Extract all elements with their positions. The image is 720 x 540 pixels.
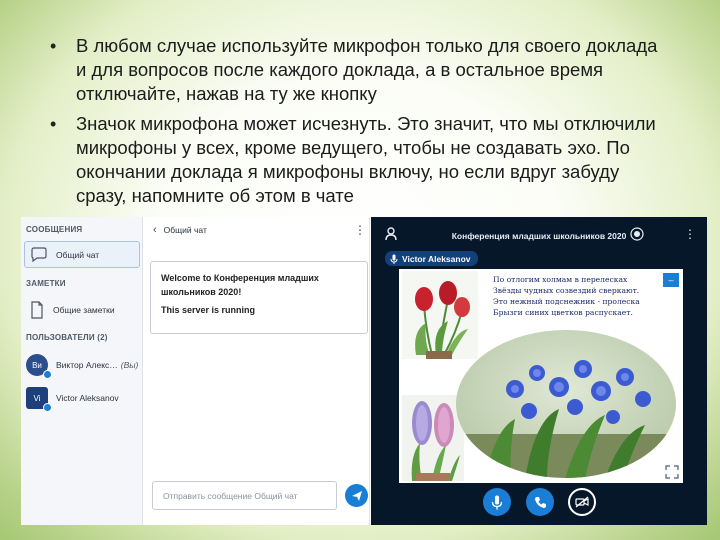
avatar: Ви bbox=[26, 354, 52, 379]
chat-header[interactable]: ‹ Общий чат bbox=[153, 224, 207, 236]
slide-bullets: • В любом случае используйте микрофон то… bbox=[50, 34, 670, 214]
notes-header: ЗАМЕТКИ bbox=[26, 279, 66, 288]
presenter-name: Victor Aleksanov bbox=[402, 253, 471, 264]
phone-icon bbox=[534, 496, 546, 508]
more-options-icon[interactable]: ⋮ bbox=[354, 224, 366, 236]
sidebar-item-public-chat[interactable]: Общий чат bbox=[24, 241, 140, 268]
chat-panel: ‹ Общий чат ⋮ Welcome to Конференция мла… bbox=[144, 217, 370, 525]
bullet-text: Значок микрофона может исчезнуть. Это зн… bbox=[76, 113, 656, 206]
camera-button[interactable] bbox=[568, 488, 596, 516]
send-icon bbox=[351, 490, 362, 501]
sidebar-item-label: Общий чат bbox=[56, 249, 100, 260]
user-name: Виктор Алекс… bbox=[56, 360, 118, 370]
microphone-status-icon bbox=[43, 403, 52, 412]
presentation-slide: По отлогим холмам в перелесках Звёзды чу… bbox=[399, 269, 683, 483]
welcome-message: Welcome to Конференция младших школьнико… bbox=[150, 261, 368, 334]
microphone-icon bbox=[491, 495, 503, 509]
bullet-item: • Значок микрофона может исчезнуть. Это … bbox=[50, 112, 670, 208]
sidebar-item-shared-notes[interactable]: Общие заметки bbox=[24, 296, 140, 323]
chat-icon bbox=[31, 246, 47, 262]
slide-poem: По отлогим холмам в перелесках Звёзды чу… bbox=[493, 275, 640, 317]
meeting-title: Конференция младших школьников 2020 bbox=[451, 231, 627, 241]
record-icon[interactable] bbox=[630, 227, 644, 241]
bullet-text: В любом случае используйте микрофон толь… bbox=[76, 35, 658, 104]
conference-app-screenshot: СООБЩЕНИЯ Общий чат ЗАМЕТКИ Общие заметк… bbox=[21, 217, 707, 525]
send-button[interactable] bbox=[345, 484, 368, 507]
microphone-icon bbox=[390, 254, 398, 264]
bullet-marker: • bbox=[50, 36, 57, 56]
sidebar-item-label: Общие заметки bbox=[53, 304, 115, 315]
leave-audio-button[interactable] bbox=[526, 488, 554, 516]
messages-header: СООБЩЕНИЯ bbox=[26, 225, 83, 234]
user-name: Victor Aleksanov bbox=[56, 393, 119, 403]
chevron-left-icon[interactable]: ‹ bbox=[153, 224, 157, 236]
camera-off-icon bbox=[575, 496, 589, 508]
microphone-status-icon bbox=[43, 370, 52, 379]
more-options-icon[interactable]: ⋮ bbox=[684, 228, 696, 240]
presentation-area: Конференция младших школьников 2020 ⋮ Vi… bbox=[371, 217, 707, 525]
users-header: ПОЛЬЗОВАТЕЛИ (2) bbox=[26, 333, 108, 342]
chat-message-input[interactable]: Отправить сообщение Общий чат bbox=[152, 481, 337, 510]
presenter-badge: Victor Aleksanov bbox=[385, 251, 478, 266]
sidebar: СООБЩЕНИЯ Общий чат ЗАМЕТКИ Общие заметк… bbox=[21, 217, 143, 525]
chat-title: Общий чат bbox=[163, 225, 207, 235]
notes-icon bbox=[31, 300, 43, 319]
minimize-presentation-button[interactable]: – bbox=[663, 273, 679, 287]
bullet-marker: • bbox=[50, 114, 57, 134]
scilla-flowers-image bbox=[456, 330, 676, 478]
current-user-tag: (Вы) bbox=[120, 360, 139, 370]
microphone-button[interactable] bbox=[483, 488, 511, 516]
user-list-item[interactable]: Vi Victor Aleksanov bbox=[26, 384, 141, 412]
server-status: This server is running bbox=[161, 305, 256, 315]
avatar: Vi bbox=[26, 387, 52, 412]
user-list-item[interactable]: Ви Виктор Алекс… (Вы) bbox=[26, 351, 141, 379]
bullet-item: • В любом случае используйте микрофон то… bbox=[50, 34, 670, 106]
fullscreen-icon[interactable] bbox=[665, 465, 679, 479]
